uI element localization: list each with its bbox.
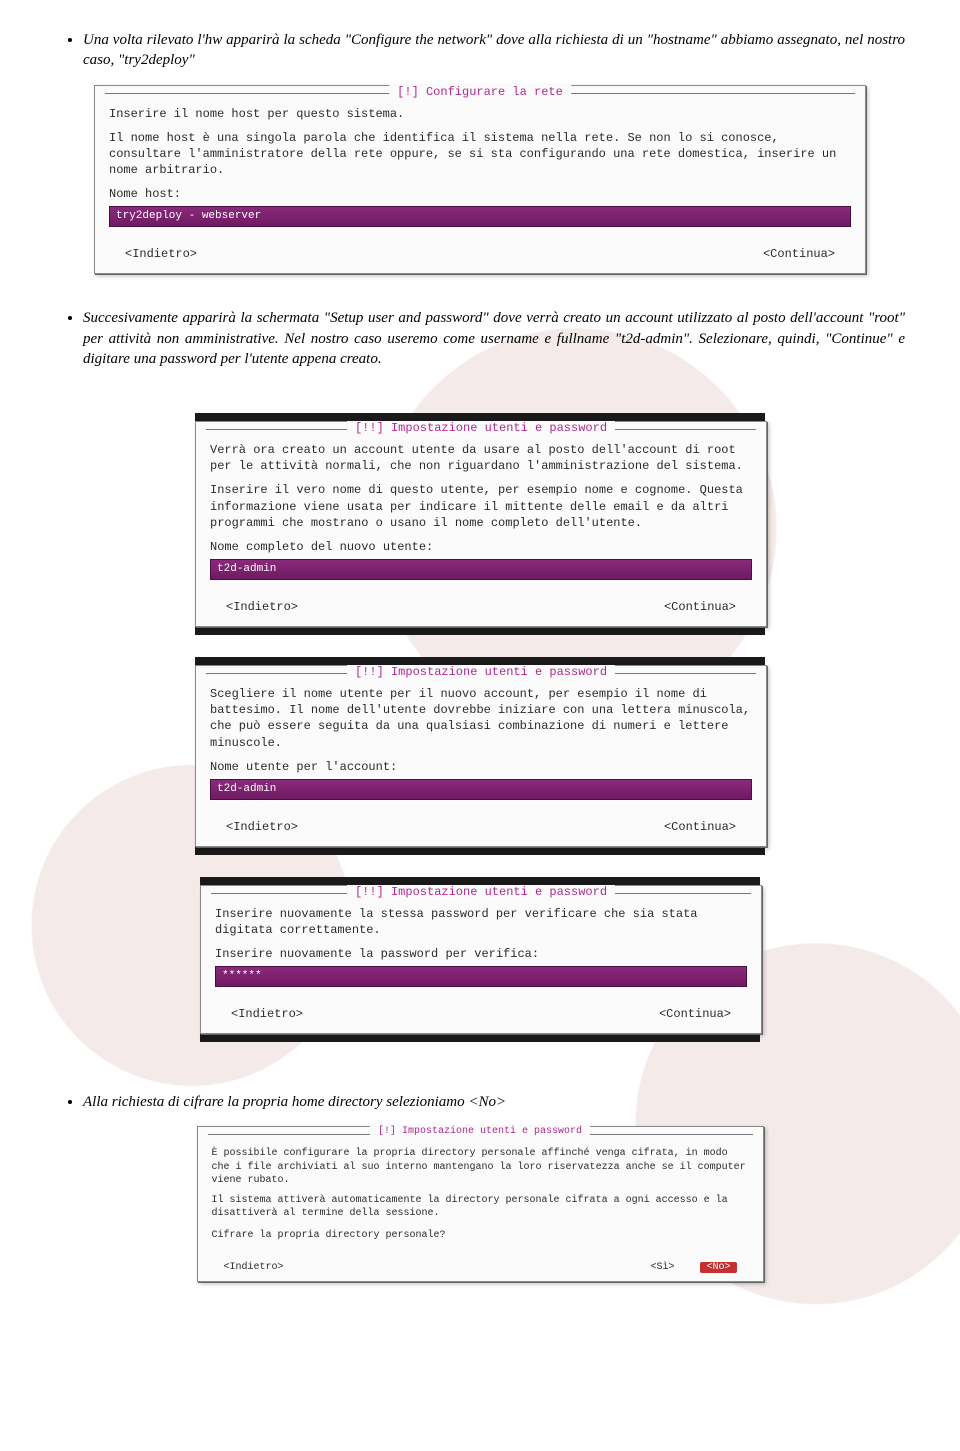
dialog-username: [!!] Impostazione utenti e password Sceg… [195,665,767,847]
dialog-text: Verrà ora creato un account utente da us… [210,442,752,474]
dialog-title: [!!] Impostazione utenti e password [347,421,615,435]
no-button[interactable]: <No> [700,1262,736,1273]
fullname-label: Nome completo del nuovo utente: [210,539,752,555]
hostname-label: Nome host: [109,186,851,202]
dialog-user-fullname: [!!] Impostazione utenti e password Verr… [195,421,767,627]
back-button[interactable]: <Indietro> [125,247,197,261]
dialog-title: [!] Configurare la rete [389,85,571,99]
dialog-password-verify: [!!] Impostazione utenti e password Inse… [200,885,762,1034]
bullet-item: Una volta rilevato l'hw apparirà la sche… [83,30,905,71]
continue-button[interactable]: <Continua> [763,247,835,261]
dialog-text: Inserire il nome host per questo sistema… [109,106,851,122]
dialog-text: Inserire il vero nome di questo utente, … [210,482,752,531]
dialog-configure-network: [!] Configurare la rete Inserire il nome… [94,85,866,275]
window-bottom-strip [200,1034,760,1042]
username-input[interactable]: t2d-admin [210,779,752,800]
bullet-list: Alla richiesta di cifrare la propria hom… [55,1092,905,1112]
back-button[interactable]: <Indietro> [224,1262,284,1273]
bullet-list: Una volta rilevato l'hw apparirà la sche… [55,30,905,71]
back-button[interactable]: <Indietro> [226,600,298,614]
window-bottom-strip [195,627,765,635]
dialog-text: Inserire nuovamente la stessa password p… [215,906,747,938]
back-button[interactable]: <Indietro> [226,820,298,834]
continue-button[interactable]: <Continua> [664,820,736,834]
password-verify-label: Inserire nuovamente la password per veri… [215,946,747,962]
window-top-strip [200,877,760,885]
password-verify-input[interactable]: ****** [215,966,747,987]
dialog-text: È possibile configurare la propria direc… [212,1147,749,1188]
yes-button[interactable]: <Sì> [650,1262,674,1273]
dialog-title: [!!] Impostazione utenti e password [347,665,615,679]
fullname-input[interactable]: t2d-admin [210,559,752,580]
window-top-strip [195,657,765,665]
dialog-title: [!!] Impostazione utenti e password [347,885,615,899]
dialog-text: Scegliere il nome utente per il nuovo ac… [210,686,752,751]
dialog-text: Il sistema attiverà automaticamente la d… [212,1194,749,1221]
back-button[interactable]: <Indietro> [231,1007,303,1021]
bullet-list: Succesivamente apparirà la schermata "Se… [55,308,905,369]
hostname-input[interactable]: try2deploy - webserver [109,206,851,227]
encrypt-question: Cifrare la propria directory personale? [212,1229,749,1243]
dialog-title: [!] Impostazione utenti e password [370,1126,590,1137]
window-bottom-strip [195,847,765,855]
username-label: Nome utente per l'account: [210,759,752,775]
dialog-encrypt-home: [!] Impostazione utenti e password È pos… [197,1126,764,1282]
bullet-item: Alla richiesta di cifrare la propria hom… [83,1092,905,1112]
bullet-item: Succesivamente apparirà la schermata "Se… [83,308,905,369]
dialog-text: Il nome host è una singola parola che id… [109,130,851,179]
window-top-strip [195,413,765,421]
continue-button[interactable]: <Continua> [664,600,736,614]
continue-button[interactable]: <Continua> [659,1007,731,1021]
